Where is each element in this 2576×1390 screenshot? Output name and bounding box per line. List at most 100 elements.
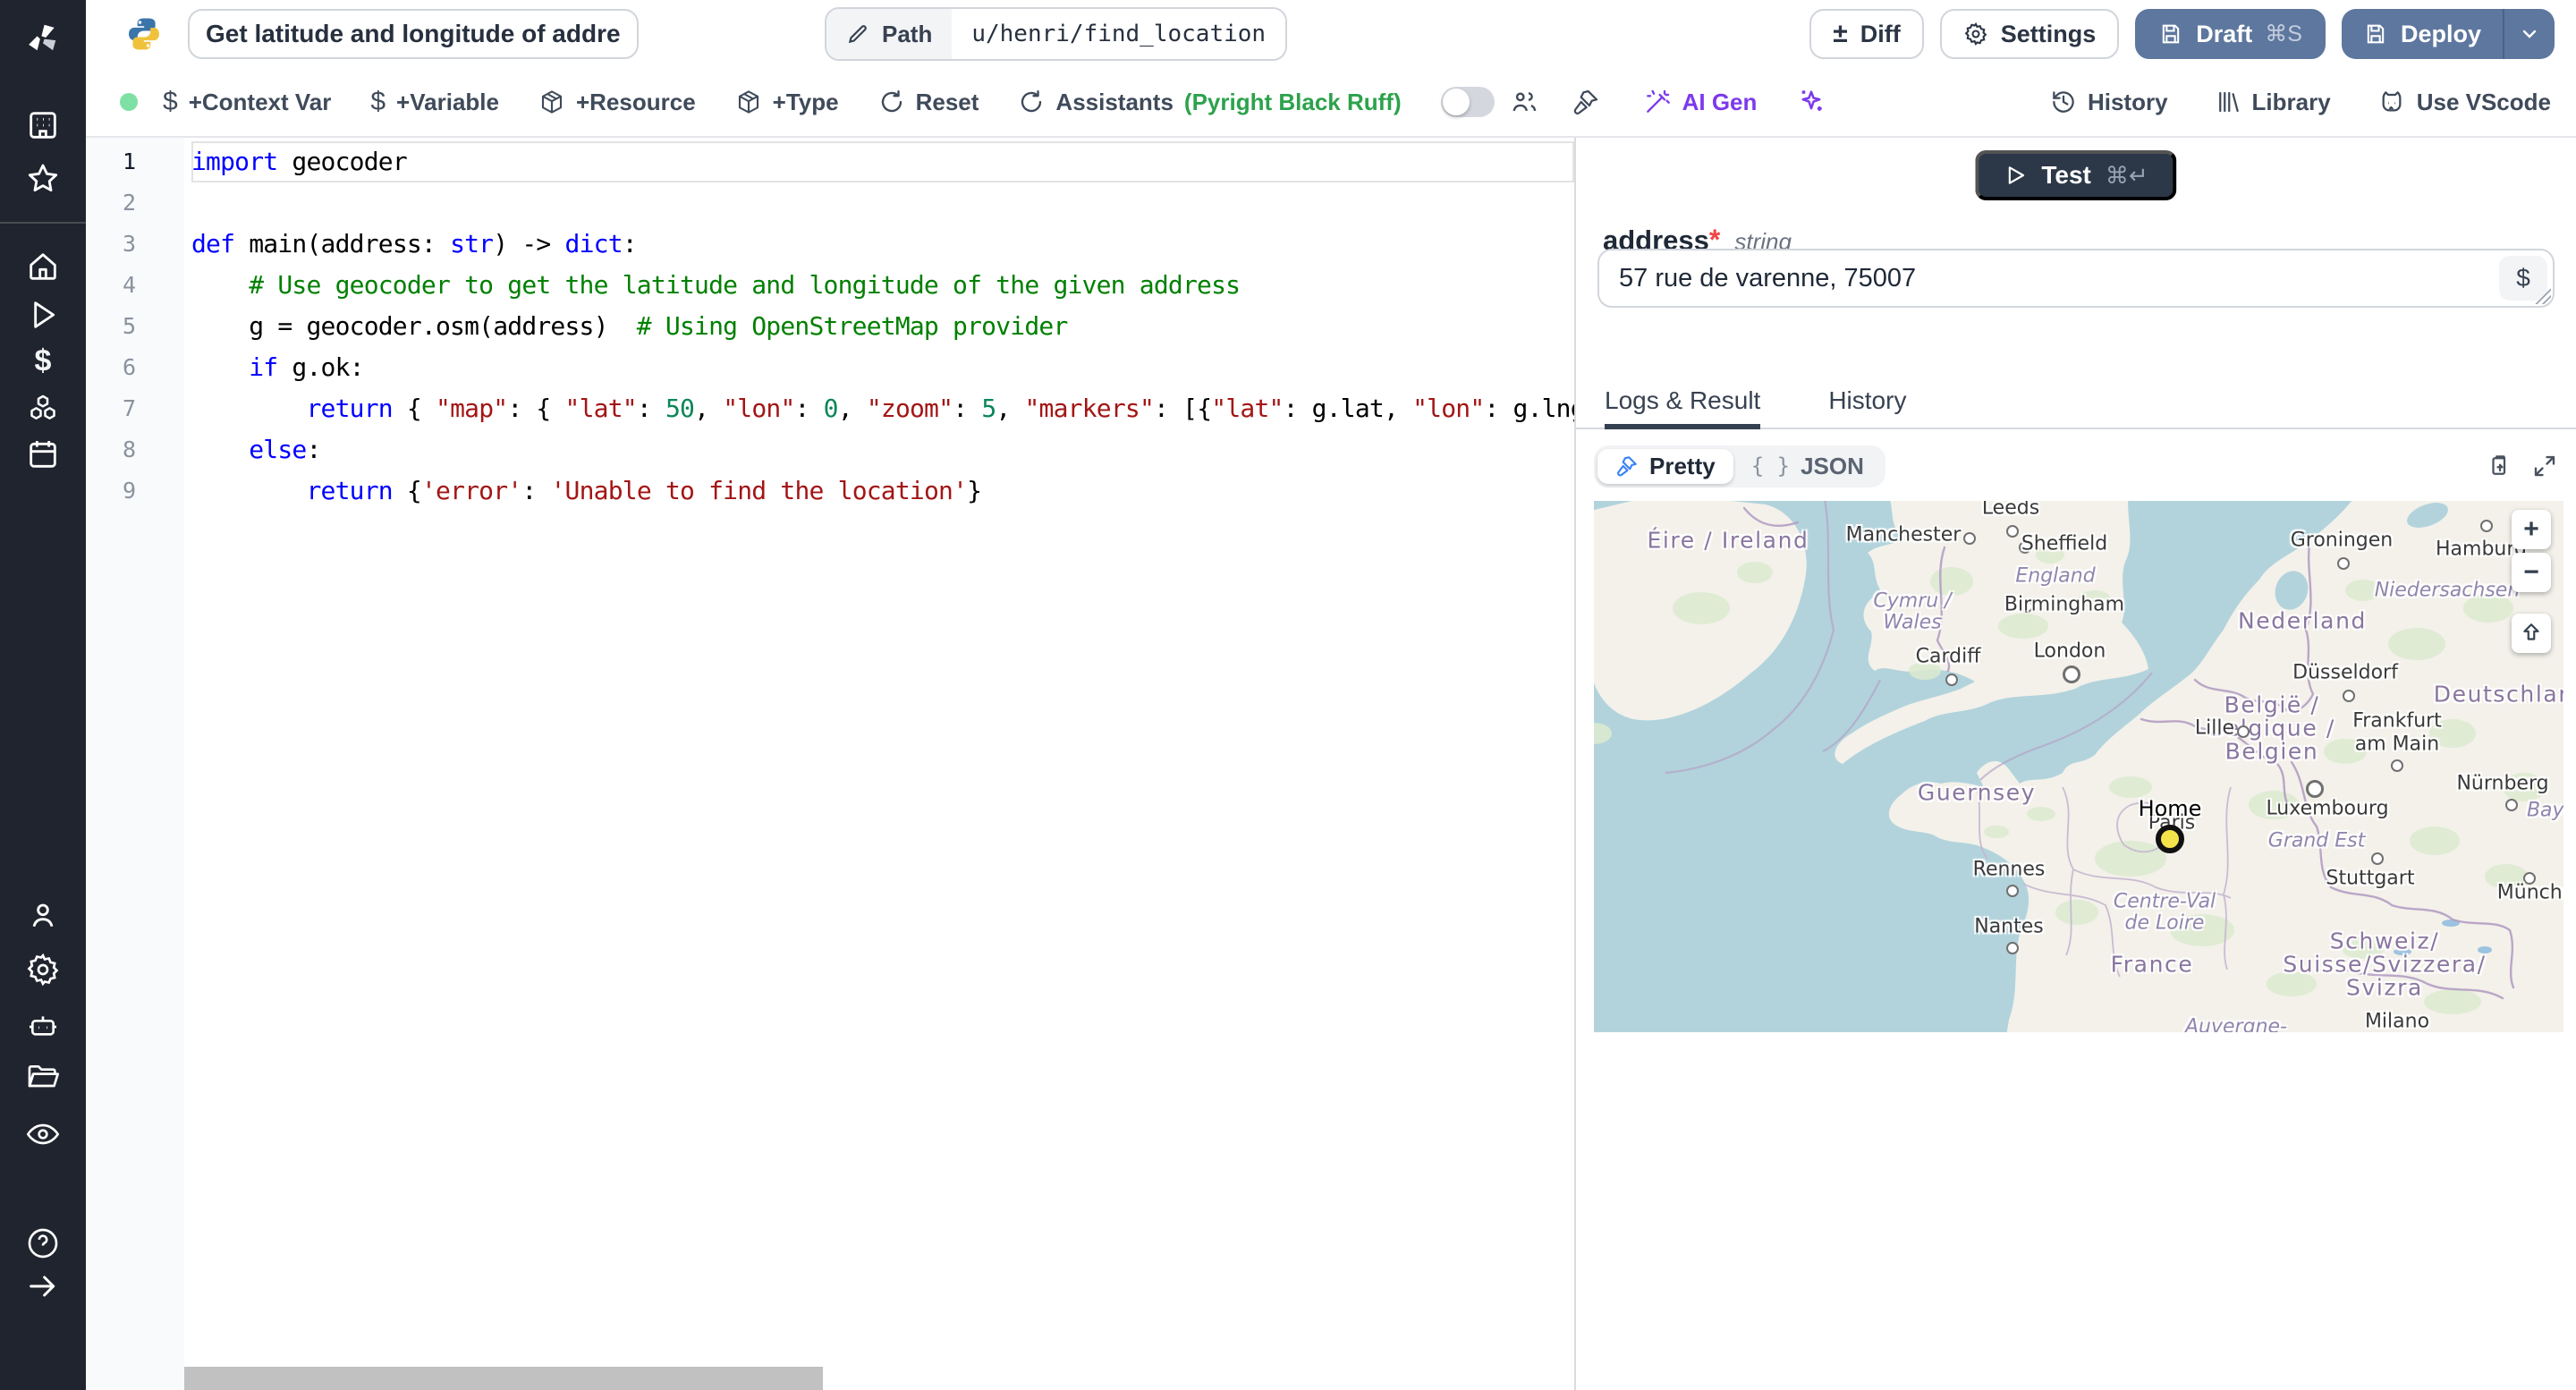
map-label: Schweiz/ <box>2329 928 2440 954</box>
refresh-icon <box>1018 89 1045 115</box>
line-number: 3 <box>122 231 136 257</box>
vscode-icon <box>2377 88 2406 116</box>
json-view-button[interactable]: { } JSON <box>1733 449 1882 484</box>
line-number: 2 <box>122 190 136 216</box>
runs-icon[interactable] <box>25 297 61 333</box>
history-button[interactable]: History <box>2050 89 2168 116</box>
windmill-logo-icon[interactable] <box>26 21 60 55</box>
map-city-dot <box>2337 557 2350 570</box>
top-bar: Path u/henri/find_location ± Diff Settin… <box>86 0 2576 68</box>
map-label: de Loire <box>2124 911 2205 935</box>
map-city-dot <box>2006 525 2019 538</box>
path-group[interactable]: Path u/henri/find_location <box>825 7 1288 61</box>
diff-icon: ± <box>1833 19 1848 48</box>
home-marker[interactable] <box>2156 825 2184 853</box>
line-number: 7 <box>122 395 136 421</box>
library-icon <box>2215 89 2241 115</box>
map-city-dot <box>2306 780 2324 798</box>
library-button[interactable]: Library <box>2215 89 2331 116</box>
map-label: Suisse/Svizzera/ <box>2283 951 2487 978</box>
code-line[interactable]: 7 return { "map": { "lat": 50, "lon": 0,… <box>86 388 1574 429</box>
code-line[interactable]: 6 if g.ok: <box>86 347 1574 388</box>
resize-grip[interactable] <box>2535 288 2551 304</box>
code-line[interactable]: 8 else: <box>86 429 1574 470</box>
dollar-icon: $ <box>163 87 178 116</box>
map-city-dot <box>2237 725 2250 738</box>
code-line[interactable]: 5 g = geocoder.osm(address) # Using Open… <box>86 306 1574 347</box>
code-editor[interactable]: 1 import geocoder 2 3 def main(address: str… <box>86 138 1574 1390</box>
code-line[interactable]: 9 return {'error': 'Unable to find the l… <box>86 470 1574 512</box>
add-resource-button[interactable]: +Resource <box>538 89 696 116</box>
deploy-dropdown-button[interactable] <box>2503 9 2555 59</box>
gear-icon <box>1963 21 1988 47</box>
line-number: 9 <box>122 478 136 504</box>
code-line[interactable]: 2 <box>86 182 1574 224</box>
sparkles-icon[interactable] <box>1796 87 1826 117</box>
save-icon <box>2158 21 2183 47</box>
save-icon <box>2363 21 2388 47</box>
collapse-sidebar-arrow-icon[interactable] <box>25 1268 61 1304</box>
use-vscode-button[interactable]: Use VScode <box>2377 88 2551 116</box>
schedules-icon[interactable] <box>25 436 61 472</box>
settings-gear-icon[interactable] <box>25 952 61 987</box>
view-mode-switch: Pretty { } JSON <box>1594 445 1885 487</box>
address-input[interactable] <box>1599 263 2499 293</box>
map-recenter-button[interactable] <box>2512 614 2551 653</box>
add-context-var-button[interactable]: $ +Context Var <box>163 87 331 117</box>
map-label: Sheffield <box>2021 532 2108 555</box>
workers-robot-icon[interactable] <box>25 1009 61 1045</box>
script-title-input[interactable] <box>188 9 639 59</box>
test-shortcut: ⌘↵ <box>2105 161 2148 189</box>
users-icon[interactable] <box>25 898 61 934</box>
map-label: am Main <box>2354 733 2440 756</box>
reset-icon <box>878 89 905 115</box>
code-line[interactable]: 3 def main(address: str) -> dict: <box>86 224 1574 265</box>
map-label: Bayern <box>2526 799 2563 822</box>
play-icon <box>2004 164 2027 187</box>
copy-result-icon[interactable] <box>2487 453 2513 479</box>
braces-icon: { } <box>1750 453 1791 479</box>
map-zoom-in-button[interactable]: + <box>2512 510 2551 549</box>
code-line[interactable]: 1 import geocoder <box>86 141 1574 182</box>
left-sidebar: $ <box>0 0 86 1390</box>
line-number: 6 <box>122 354 136 380</box>
help-icon[interactable] <box>25 1225 61 1261</box>
code-text: import geocoder <box>191 141 1574 182</box>
add-type-button[interactable]: +Type <box>735 89 839 116</box>
resources-icon[interactable] <box>25 392 61 428</box>
format-brush-icon[interactable] <box>1572 88 1600 116</box>
folders-icon[interactable] <box>25 1059 61 1095</box>
collaborators-icon[interactable] <box>1509 87 1539 117</box>
reset-button[interactable]: Reset <box>878 89 979 116</box>
map-label: Stuttgart <box>2326 867 2415 890</box>
result-map[interactable]: Leeds Manchester Sheffield England Birmingha… <box>1594 501 2563 1032</box>
diff-button[interactable]: ± Diff <box>1809 9 1924 59</box>
code-line[interactable]: 4 # Use geocoder to get the latitude and… <box>86 265 1574 306</box>
editor-horizontal-scrollbar[interactable] <box>184 1367 823 1390</box>
pretty-view-button[interactable]: Pretty <box>1597 448 1733 484</box>
draft-button[interactable]: Draft ⌘S <box>2135 9 2326 59</box>
deploy-split-button: Deploy <box>2341 9 2555 59</box>
test-button[interactable]: Test ⌘↵ <box>1975 150 2177 200</box>
audit-eye-icon[interactable] <box>25 1116 61 1152</box>
map-label: Nantes <box>1974 915 2044 938</box>
expand-result-icon[interactable] <box>2531 453 2558 479</box>
home-icon[interactable] <box>25 249 61 284</box>
tab-history[interactable]: History <box>1828 386 1906 428</box>
workspace-icon[interactable] <box>25 107 61 143</box>
add-variable-button[interactable]: $ +Variable <box>370 87 499 117</box>
path-value: u/henri/find_location <box>952 9 1286 59</box>
map-zoom-out-button[interactable]: − <box>2512 553 2551 592</box>
map-label: Manchester <box>1845 523 1962 547</box>
ai-gen-button[interactable]: AI Gen <box>1643 88 1757 116</box>
app: $ Get latitude and longitude of address … <box>0 0 2576 1390</box>
home-marker-label: Home <box>2138 796 2202 821</box>
favorites-star-icon[interactable] <box>25 161 61 197</box>
multiplayer-toggle[interactable] <box>1440 87 1495 117</box>
deploy-button[interactable]: Deploy <box>2341 9 2503 59</box>
settings-button[interactable]: Settings <box>1939 9 2120 59</box>
assistants-button[interactable]: Assistants (Pyright Black Ruff) <box>1018 89 1402 116</box>
variables-icon[interactable]: $ <box>35 344 52 379</box>
tab-logs-result[interactable]: Logs & Result <box>1605 386 1761 429</box>
